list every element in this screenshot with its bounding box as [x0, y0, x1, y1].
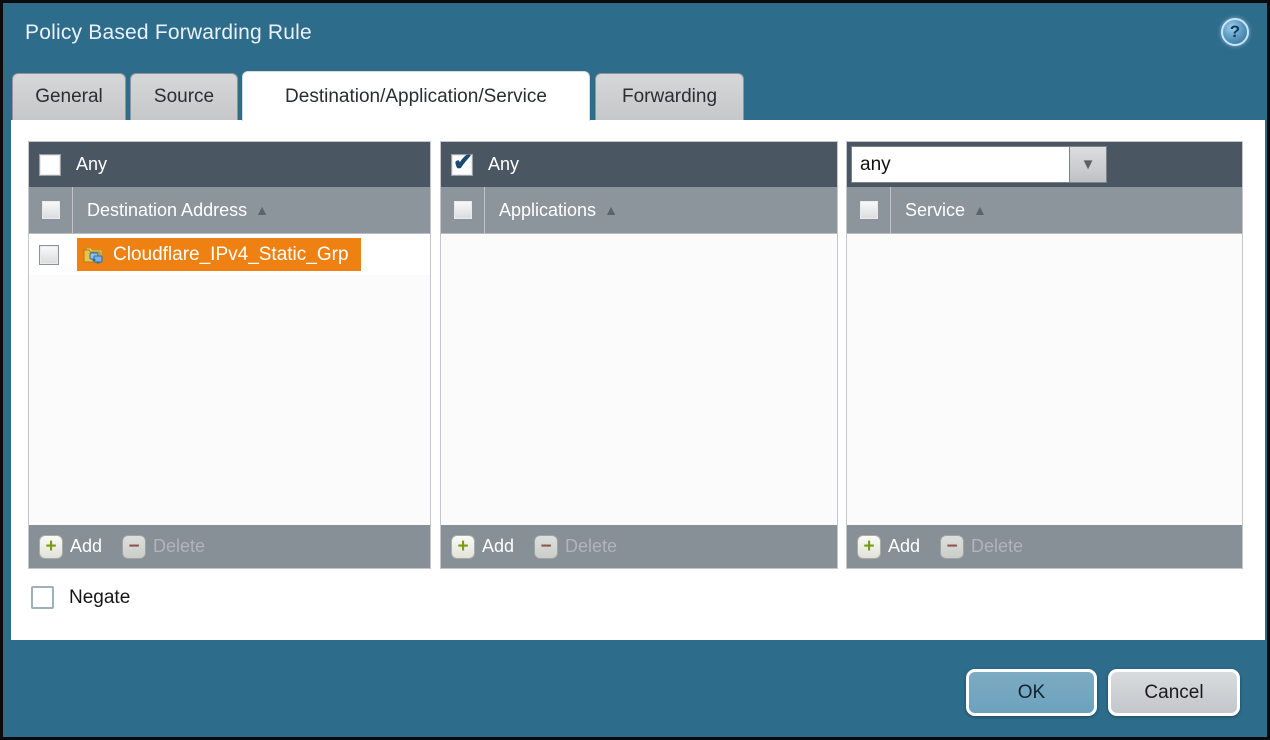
- applications-any-bar: Any: [441, 142, 837, 187]
- destination-address-list: Cloudflare_IPv4_Static_Grp: [29, 234, 430, 525]
- delete-button-label: Delete: [153, 536, 205, 557]
- negate-row: Negate: [31, 586, 130, 609]
- add-button-label: Add: [70, 536, 102, 557]
- destination-any-bar: Any: [29, 142, 430, 187]
- tab-forwarding[interactable]: Forwarding: [595, 73, 744, 120]
- service-type-select: any: [851, 146, 1107, 183]
- add-icon: +: [857, 535, 881, 559]
- dialog-title: Policy Based Forwarding Rule: [25, 21, 312, 45]
- applications-any-checkbox[interactable]: [451, 154, 473, 176]
- applications-list: [441, 234, 837, 525]
- destination-address-column-header[interactable]: Destination Address: [29, 187, 430, 234]
- service-type-value[interactable]: any: [851, 146, 1070, 183]
- delete-button-label: Delete: [565, 536, 617, 557]
- applications-column-header-label: Applications: [499, 200, 596, 221]
- destination-header-checkbox-cell: [29, 187, 73, 233]
- add-button[interactable]: + Add: [39, 535, 102, 559]
- add-icon: +: [39, 535, 63, 559]
- sort-ascending-icon: [973, 202, 987, 218]
- ok-button[interactable]: OK: [966, 669, 1097, 716]
- destination-address-panel: Any Destination Address: [28, 141, 431, 569]
- delete-button-label: Delete: [971, 536, 1023, 557]
- service-column-header-label: Service: [905, 200, 965, 221]
- tab-bar: General Source Destination/Application/S…: [11, 71, 1265, 121]
- destination-footer: + Add − Delete: [29, 525, 430, 568]
- service-header-checkbox-cell: [847, 187, 891, 233]
- destination-select-all-checkbox[interactable]: [41, 200, 61, 220]
- destination-column-header-label: Destination Address: [87, 200, 247, 221]
- service-dropdown-bar: any: [847, 142, 1242, 187]
- tab-content-panel: Any Destination Address: [11, 120, 1265, 640]
- sort-ascending-icon: [604, 202, 618, 218]
- cancel-button[interactable]: Cancel: [1108, 669, 1240, 716]
- address-group-item[interactable]: Cloudflare_IPv4_Static_Grp: [77, 238, 361, 271]
- destination-any-label: Any: [76, 154, 107, 175]
- service-select-all-checkbox[interactable]: [859, 200, 879, 220]
- tab-general[interactable]: General: [12, 73, 126, 120]
- delete-icon: −: [940, 535, 964, 559]
- negate-label: Negate: [69, 587, 130, 609]
- applications-column-header[interactable]: Applications: [441, 187, 837, 234]
- address-group-label: Cloudflare_IPv4_Static_Grp: [113, 244, 349, 266]
- tab-source[interactable]: Source: [130, 73, 238, 120]
- delete-button[interactable]: − Delete: [940, 535, 1023, 559]
- add-button-label: Add: [482, 536, 514, 557]
- sort-ascending-icon: [255, 202, 269, 218]
- applications-header-checkbox-cell: [441, 187, 485, 233]
- destination-any-checkbox[interactable]: [39, 154, 61, 176]
- service-column-header[interactable]: Service: [847, 187, 1242, 234]
- delete-icon: −: [534, 535, 558, 559]
- applications-footer: + Add − Delete: [441, 525, 837, 568]
- service-list: [847, 234, 1242, 525]
- service-panel: any Service + Add − Delete: [846, 141, 1243, 569]
- negate-checkbox[interactable]: [31, 586, 54, 609]
- service-footer: + Add − Delete: [847, 525, 1242, 568]
- applications-select-all-checkbox[interactable]: [453, 200, 473, 220]
- table-row: Cloudflare_IPv4_Static_Grp: [29, 234, 430, 275]
- tab-destination-application-service[interactable]: Destination/Application/Service: [242, 71, 590, 121]
- delete-icon: −: [122, 535, 146, 559]
- delete-button[interactable]: − Delete: [534, 535, 617, 559]
- add-button[interactable]: + Add: [451, 535, 514, 559]
- help-icon[interactable]: ?: [1221, 18, 1249, 46]
- address-group-icon: [83, 246, 105, 264]
- applications-any-label: Any: [488, 154, 519, 175]
- add-icon: +: [451, 535, 475, 559]
- add-button-label: Add: [888, 536, 920, 557]
- delete-button[interactable]: − Delete: [122, 535, 205, 559]
- row-checkbox[interactable]: [39, 245, 59, 265]
- dropdown-arrow-button[interactable]: [1070, 146, 1107, 183]
- applications-panel: Any Applications + Add − Delete: [440, 141, 838, 569]
- add-button[interactable]: + Add: [857, 535, 920, 559]
